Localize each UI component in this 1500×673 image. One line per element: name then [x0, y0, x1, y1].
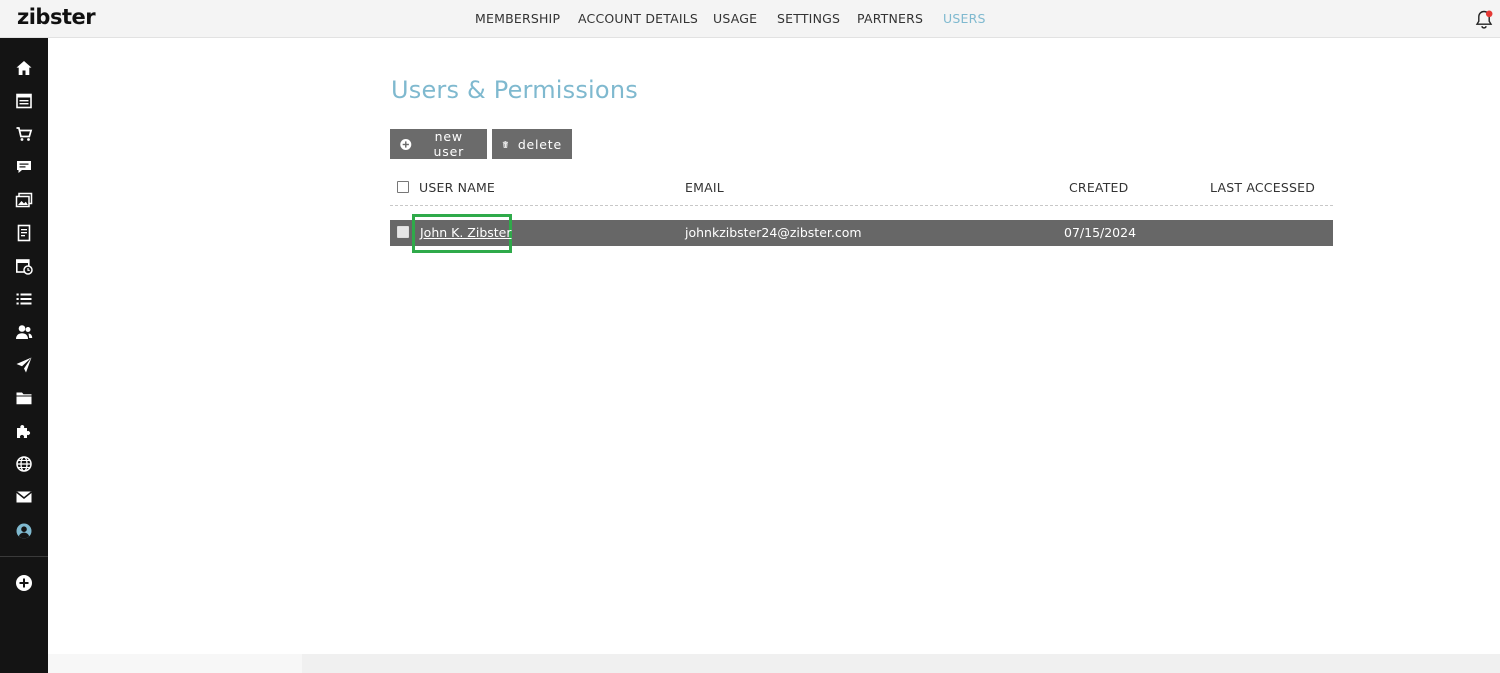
- left-sidebar: [0, 38, 48, 673]
- users-icon[interactable]: [15, 323, 33, 341]
- list-icon[interactable]: [15, 290, 33, 308]
- notification-badge: [1485, 10, 1493, 18]
- mail-icon[interactable]: [15, 488, 33, 506]
- document-icon[interactable]: [15, 224, 33, 242]
- new-user-button[interactable]: new user: [390, 129, 487, 159]
- delete-button[interactable]: delete: [492, 129, 572, 159]
- send-icon[interactable]: [15, 356, 33, 374]
- row-checkbox[interactable]: [397, 226, 409, 238]
- email-cell: johnkzibster24@zibster.com: [685, 225, 862, 240]
- chat-icon[interactable]: [15, 158, 33, 176]
- delete-label: delete: [517, 136, 562, 152]
- cart-icon[interactable]: [15, 125, 33, 143]
- new-user-label: new user: [433, 129, 465, 159]
- home-icon[interactable]: [15, 59, 33, 77]
- folder-icon[interactable]: [15, 389, 33, 407]
- column-email[interactable]: EMAIL: [685, 180, 724, 195]
- trash-icon: [502, 140, 509, 148]
- table-row[interactable]: John K. Zibster johnkzibster24@zibster.c…: [390, 214, 1333, 253]
- column-created[interactable]: CREATED: [1069, 180, 1128, 195]
- nav-membership[interactable]: MEMBERSHIP: [475, 11, 560, 26]
- sidebar-divider: [0, 556, 48, 557]
- event-calendar-icon[interactable]: [15, 257, 33, 275]
- calendar-list-icon[interactable]: [15, 92, 33, 110]
- page-title: Users & Permissions: [391, 76, 638, 104]
- nav-settings[interactable]: SETTINGS: [777, 11, 840, 26]
- nav-partners[interactable]: PARTNERS: [857, 11, 923, 26]
- top-header: zibster MEMBERSHIP ACCOUNT DETAILS USAGE…: [0, 0, 1500, 38]
- puzzle-icon[interactable]: [15, 422, 33, 440]
- globe-icon[interactable]: [15, 455, 33, 473]
- created-cell: 07/15/2024: [1064, 225, 1137, 240]
- bottom-strip-segment: [48, 654, 302, 673]
- add-icon[interactable]: [15, 574, 33, 592]
- nav-account-details[interactable]: ACCOUNT DETAILS: [578, 11, 698, 26]
- zibster-logo[interactable]: zibster: [17, 5, 96, 29]
- column-user-name[interactable]: USER NAME: [419, 180, 495, 195]
- images-icon[interactable]: [15, 191, 33, 209]
- nav-users[interactable]: USERS: [943, 11, 986, 26]
- top-navigation: MEMBERSHIP ACCOUNT DETAILS USAGE SETTING…: [0, 0, 1500, 38]
- account-icon[interactable]: [15, 522, 33, 540]
- select-all-checkbox[interactable]: [397, 181, 409, 193]
- bottom-strip: [48, 654, 1500, 673]
- nav-usage[interactable]: USAGE: [713, 11, 757, 26]
- bell-icon[interactable]: [1474, 9, 1494, 31]
- column-last-accessed[interactable]: LAST ACCESSED: [1210, 180, 1315, 195]
- user-name-link[interactable]: John K. Zibster: [420, 225, 512, 240]
- table-header: USER NAME EMAIL CREATED LAST ACCESSED: [390, 178, 1333, 206]
- add-circle-icon: [400, 138, 412, 150]
- user-name-cell: John K. Zibster: [420, 225, 512, 240]
